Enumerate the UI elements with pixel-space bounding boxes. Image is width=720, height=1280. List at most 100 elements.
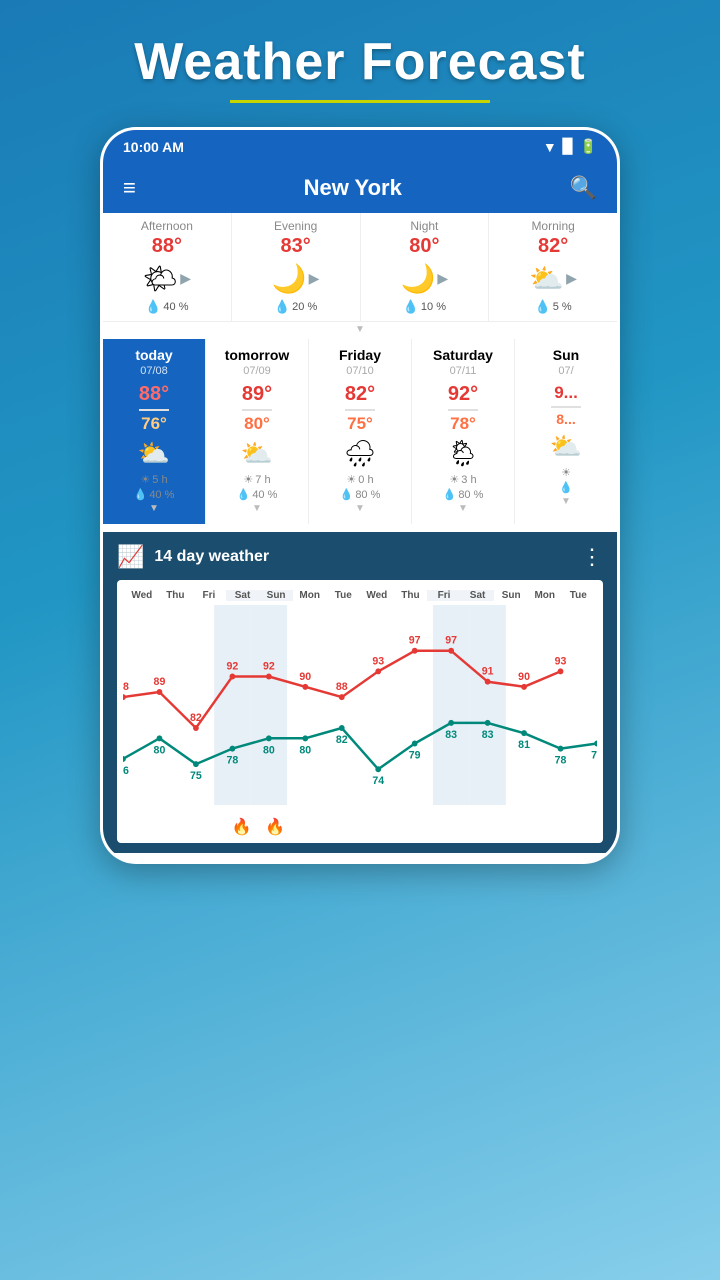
day-sun-2: ☀ 0 h (311, 473, 409, 486)
day-label-item-4: Sun (259, 590, 293, 601)
hour-temp-1: 83° (236, 235, 356, 258)
bottom-icon-cell-6 (326, 816, 360, 837)
bottom-icon-cell-11 (495, 816, 529, 837)
more-options-button[interactable]: ⋮ (581, 544, 603, 570)
day-label-item-13: Tue (562, 590, 596, 601)
forecast14-title: 📈 14 day weather (117, 544, 269, 570)
bottom-icons-row: 🔥🔥 (123, 810, 597, 837)
day-icon-2: 🌧 (311, 438, 409, 469)
flame-icon-4: 🔥 (265, 819, 285, 836)
wind-arrow-0: ▶ (180, 270, 191, 287)
day-label-item-12: Mon (528, 590, 562, 601)
day-date-3: 07/11 (414, 365, 512, 377)
hour-rain-0: 💧 40 % (107, 299, 227, 315)
wind-arrow-3: ▶ (566, 270, 577, 287)
raindrop-icon-3: 💧 (535, 299, 551, 315)
day-low-4: 8... (517, 411, 615, 427)
bottom-icon-cell-5 (292, 816, 326, 837)
wifi-icon: ▼ (543, 139, 557, 155)
bottom-icon-cell-0 (123, 816, 157, 837)
svg-text:78: 78 (555, 754, 567, 766)
city-name: New York (304, 175, 402, 201)
sun-icon-1: ☀ (243, 473, 253, 486)
day-label-item-10: Sat (461, 590, 495, 601)
hour-icon-2: 🌙▶ (365, 262, 485, 295)
hourly-scroll-indicator: ▼ (103, 322, 617, 337)
hour-rain-2: 💧 10 % (365, 299, 485, 315)
day-col-friday[interactable]: Friday 07/10 82° 75° 🌧 ☀ 0 h 💧 80 % ▼ (309, 339, 412, 524)
day-col-today[interactable]: today 07/08 88° 76° ⛅ ☀ 5 h 💧 40 % ▼ (103, 339, 206, 524)
bottom-icon-cell-4: 🔥 (258, 816, 292, 837)
svg-text:79: 79 (409, 749, 421, 761)
search-button[interactable]: 🔍 (570, 175, 597, 201)
bottom-icon-cell-9 (428, 816, 462, 837)
day-col-sun[interactable]: Sun 07/ 9... 8... ⛅ ☀ 💧 ▼ (515, 339, 617, 524)
raindrop-icon-0: 💧 (145, 299, 161, 315)
rain-icon-3: 💧 (443, 488, 457, 501)
app-title: Weather Forecast (134, 32, 585, 92)
sun-icon-3: ☀ (449, 473, 459, 486)
rain-icon-1: 💧 (237, 488, 251, 501)
hour-col-afternoon: Afternoon 88° 🌤▶ 💧 40 % (103, 213, 232, 321)
day-rain-4: 💧 (517, 481, 615, 494)
day-name-1: tomorrow (208, 347, 306, 363)
status-bar: 10:00 AM ▼ ▉ 🔋 (103, 130, 617, 163)
day-rain-0: 💧 40 % (105, 488, 203, 501)
svg-text:80: 80 (263, 744, 275, 756)
day-high-1: 89° (208, 383, 306, 406)
bottom-icon-cell-10 (462, 816, 496, 837)
day-divider-3 (448, 409, 478, 411)
svg-text:90: 90 (299, 671, 311, 683)
day-date-4: 07/ (517, 365, 615, 377)
day-col-tomorrow[interactable]: tomorrow 07/09 89° 80° ⛅ ☀ 7 h 💧 40 % ▼ (206, 339, 309, 524)
day-label-item-11: Sun (494, 590, 528, 601)
svg-text:93: 93 (555, 655, 567, 667)
day-sun-4: ☀ (517, 466, 615, 479)
day-low-3: 78° (414, 414, 512, 434)
day-label-item-3: Sat (226, 590, 260, 601)
day-col-saturday[interactable]: Saturday 07/11 92° 78° 🌦 ☀ 3 h 💧 80 % ▼ (412, 339, 515, 524)
day-scroll-2: ▼ (311, 501, 409, 516)
day-icon-4: ⛅ (517, 431, 615, 462)
day-name-4: Sun (517, 347, 615, 363)
hourly-header: Afternoon 88° 🌤▶ 💧 40 % Evening 83° 🌙▶ 💧 (103, 213, 617, 322)
svg-text:97: 97 (409, 635, 421, 647)
day-high-4: 9... (517, 383, 615, 403)
svg-text:89: 89 (154, 676, 166, 688)
svg-text:93: 93 (372, 655, 384, 667)
day-label-item-6: Tue (326, 590, 360, 601)
day-high-3: 92° (414, 383, 512, 406)
day-sun-1: ☀ 7 h (208, 473, 306, 486)
daily-section: today 07/08 88° 76° ⛅ ☀ 5 h 💧 40 % ▼ tom… (103, 339, 617, 524)
sun-icon-0: ☀ (140, 473, 150, 486)
day-scroll-0: ▼ (105, 501, 203, 516)
svg-text:82: 82 (190, 712, 202, 724)
bottom-icon-cell-7 (360, 816, 394, 837)
day-divider-1 (242, 409, 272, 411)
bottom-icon-cell-3: 🔥 (225, 816, 259, 837)
hour-label-3: Morning (493, 219, 613, 233)
day-scroll-1: ▼ (208, 501, 306, 516)
svg-text:83: 83 (445, 729, 457, 741)
hour-rain-1: 💧 20 % (236, 299, 356, 315)
menu-button[interactable]: ≡ (123, 175, 136, 201)
svg-text:92: 92 (263, 660, 275, 672)
svg-text:75: 75 (190, 770, 202, 782)
day-rain-1: 💧 40 % (208, 488, 306, 501)
hour-col-morning: Morning 82° ⛅▶ 💧 5 % (489, 213, 617, 321)
hour-temp-3: 82° (493, 235, 613, 258)
day-labels-row: WedThuFriSatSunMonTueWedThuFriSatSunMonT… (123, 590, 597, 601)
daily-tabs: today 07/08 88° 76° ⛅ ☀ 5 h 💧 40 % ▼ tom… (103, 339, 617, 524)
chart-container: WedThuFriSatSunMonTueWedThuFriSatSunMonT… (117, 580, 603, 843)
day-label-item-0: Wed (125, 590, 159, 601)
svg-text:82: 82 (336, 734, 348, 746)
rain-icon-2: 💧 (340, 488, 354, 501)
wind-arrow-1: ▶ (309, 270, 320, 287)
bottom-icon-cell-2 (191, 816, 225, 837)
flame-icon-3: 🔥 (232, 819, 252, 836)
svg-text:80: 80 (154, 744, 166, 756)
svg-text:80: 80 (299, 744, 311, 756)
day-divider-2 (345, 409, 375, 411)
day-rain-3: 💧 80 % (414, 488, 512, 501)
day-label-item-5: Mon (293, 590, 327, 601)
